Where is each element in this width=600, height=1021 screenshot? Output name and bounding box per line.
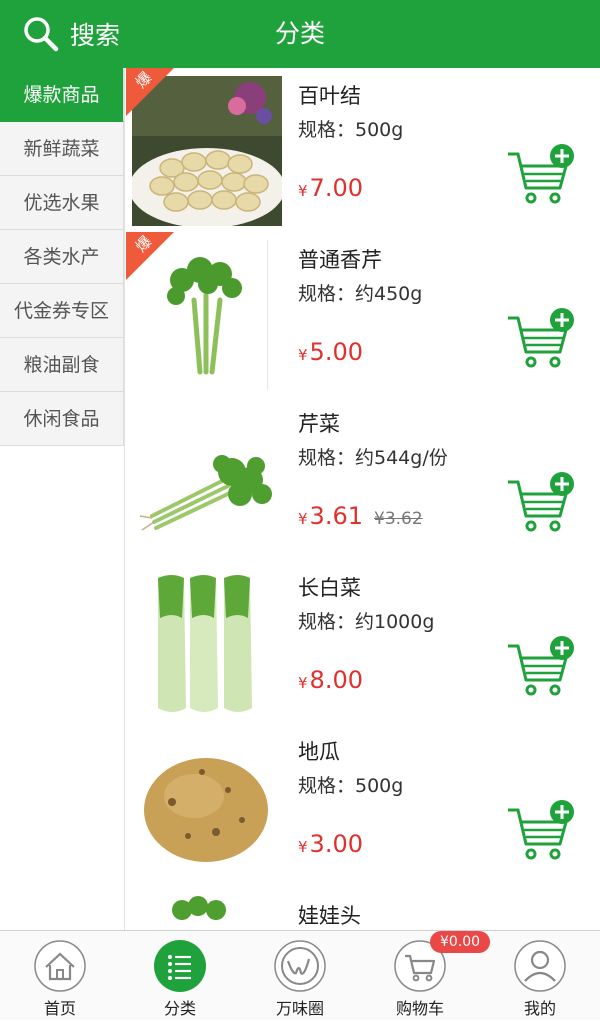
category-snacks[interactable]: 休闲食品 (0, 392, 124, 446)
home-icon (34, 940, 86, 992)
product-spec: 规格：500g (298, 119, 404, 141)
product-item[interactable]: 长白菜 规格：约1000g ¥8.00 (126, 560, 600, 724)
nav-profile[interactable]: 我的 (480, 931, 600, 1021)
circle-logo-icon (274, 940, 326, 992)
category-grain-oil[interactable]: 粮油副食 (0, 338, 124, 392)
search-label: 搜索 (70, 21, 121, 50)
product-name: 百叶结 (298, 84, 361, 108)
category-fresh-vegetables[interactable]: 新鲜蔬菜 (0, 122, 124, 176)
product-spec: 规格：约450g (298, 283, 423, 305)
product-item[interactable]: 爆 百叶结 规格：500g ¥7.00 (126, 68, 600, 232)
category-sidebar: 爆款商品 新鲜蔬菜 优选水果 各类水产 代金券专区 粮油副食 休闲食品 (0, 68, 125, 930)
category-vouchers[interactable]: 代金券专区 (0, 284, 124, 338)
product-name: 普通香芹 (298, 248, 382, 272)
add-to-cart-icon[interactable] (504, 144, 576, 210)
user-icon (514, 940, 566, 992)
cart-total-badge: ¥0.00 (430, 931, 491, 953)
product-name: 地瓜 (298, 740, 340, 764)
product-name: 芹菜 (298, 412, 340, 436)
nav-profile-label: 我的 (523, 999, 556, 1018)
search-icon (24, 17, 59, 52)
jicama-image[interactable] (132, 732, 282, 882)
product-item[interactable]: 地瓜 规格：500g ¥3.00 (126, 724, 600, 888)
nav-circle[interactable]: 万味圈 (240, 931, 360, 1021)
product-spec: 规格：约1000g (298, 611, 435, 633)
nav-home[interactable]: 首页 (0, 931, 120, 1021)
product-price: ¥5.00 (298, 338, 363, 366)
product-list: 爆 百叶结 规格：500g ¥7.00 爆 普通香芹 规格：约450g ¥5.0… (126, 68, 600, 930)
product-name: 娃娃头 (298, 904, 361, 928)
product-price: ¥8.00 (298, 666, 363, 694)
product-spec: 规格：约544g/份 (298, 447, 448, 469)
top-bar: 搜索 分类 (0, 0, 600, 68)
product-spec: 规格：500g (298, 775, 404, 797)
category-seafood[interactable]: 各类水产 (0, 230, 124, 284)
nav-home-label: 首页 (43, 999, 76, 1018)
product-item[interactable]: 娃娃头 (126, 888, 600, 930)
nav-circle-label: 万味圈 (275, 999, 324, 1018)
hot-badge: 爆 (126, 68, 174, 116)
add-to-cart-icon[interactable] (504, 636, 576, 702)
product-name: 长白菜 (298, 576, 361, 600)
product-price: ¥7.00 (298, 174, 363, 202)
add-to-cart-icon[interactable] (504, 308, 576, 374)
bottom-nav: 首页 分类 万味圈 购物车 我的 ¥0.00 (0, 930, 600, 1020)
list-icon (154, 940, 206, 992)
celery-bunch-image[interactable] (132, 404, 282, 554)
product-price: ¥3.00 (298, 830, 363, 858)
napa-cabbage-image[interactable] (132, 568, 282, 718)
add-to-cart-icon[interactable] (504, 472, 576, 538)
nav-category-label: 分类 (163, 999, 196, 1018)
product-price: ¥3.61 (298, 502, 363, 530)
nav-category[interactable]: 分类 (120, 931, 240, 1021)
add-to-cart-icon[interactable] (504, 800, 576, 866)
baby-cabbage-image[interactable] (132, 896, 282, 930)
nav-cart-label: 购物车 (395, 999, 444, 1018)
category-fruits[interactable]: 优选水果 (0, 176, 124, 230)
product-item[interactable]: 爆 普通香芹 规格：约450g ¥5.00 (126, 232, 600, 396)
category-hot-items[interactable]: 爆款商品 (0, 68, 124, 122)
hot-badge: 爆 (126, 232, 174, 280)
product-item[interactable]: 芹菜 规格：约544g/份 ¥3.61 ¥3.62 (126, 396, 600, 560)
original-price: ¥3.62 (374, 509, 423, 529)
search-button[interactable]: 搜索 (22, 12, 120, 56)
